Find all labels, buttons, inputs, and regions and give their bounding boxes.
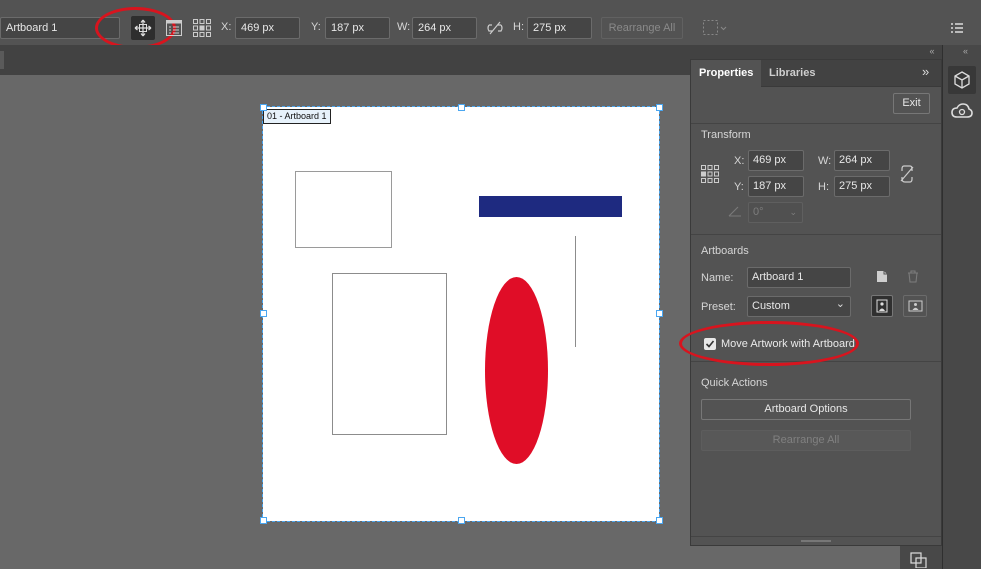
blue-rectangle[interactable] <box>479 196 622 217</box>
panel-resize-grip[interactable] <box>801 540 831 542</box>
transform-w-label: W: <box>818 155 832 167</box>
artboard-label[interactable]: 01 - Artboard 1 <box>263 109 331 124</box>
resize-handle-bottom[interactable] <box>458 517 465 524</box>
rearrange-all-button-disabled[interactable]: Rearrange All <box>701 430 911 451</box>
secondary-dock <box>900 545 942 569</box>
panel-tab-bar: Properties Libraries » <box>691 60 941 87</box>
h-field[interactable]: 275 px <box>527 17 592 39</box>
new-artboard-icon[interactable] <box>876 270 888 283</box>
preset-label: Preset: <box>701 301 736 313</box>
resize-handle-left[interactable] <box>260 310 267 317</box>
vertical-line[interactable] <box>575 236 576 347</box>
collapse-dock-icon[interactable]: « <box>963 46 968 56</box>
artboard-options-icon[interactable] <box>164 18 184 38</box>
resize-handle-top-right[interactable] <box>656 104 663 111</box>
h-label: H: <box>513 21 524 33</box>
landscape-orientation-button[interactable] <box>903 295 927 317</box>
transform-x-label: X: <box>734 155 745 167</box>
artboard-name-label: Name: <box>701 272 734 284</box>
transform-x-field[interactable]: 469 px <box>748 150 804 171</box>
preset-select[interactable]: Custom ⌄ <box>747 296 851 317</box>
reference-point-icon[interactable] <box>700 164 722 186</box>
right-icon-dock: « <box>942 45 981 569</box>
highlight-annotation-move-artwork <box>679 321 859 366</box>
divider <box>691 234 941 235</box>
tab-libraries[interactable]: Libraries <box>761 60 823 87</box>
artboards-section-title: Artboards <box>701 245 749 257</box>
red-ellipse[interactable] <box>485 277 548 464</box>
divider <box>691 123 941 124</box>
constrain-proportions-icon[interactable] <box>899 164 915 184</box>
panel-expand-icon[interactable]: » <box>922 64 929 79</box>
x-field[interactable]: 469 px <box>235 17 300 39</box>
transform-h-label: H: <box>818 181 829 193</box>
transform-y-field[interactable]: 187 px <box>748 176 804 197</box>
chevron-down-icon: ⌄ <box>789 207 797 217</box>
transform-y-label: Y: <box>734 181 744 193</box>
creative-cloud-libraries-icon[interactable] <box>949 99 975 123</box>
artboard-options-button[interactable]: Artboard Options <box>701 399 911 420</box>
resize-handle-top[interactable] <box>458 104 465 111</box>
rotate-angle-icon <box>728 205 742 217</box>
rectangle-small[interactable] <box>295 171 392 248</box>
transform-h-field[interactable]: 275 px <box>834 176 890 197</box>
tab-edge <box>0 51 4 69</box>
collapse-panel-icon[interactable]: « <box>923 45 941 59</box>
transform-w-field[interactable]: 264 px <box>834 150 890 171</box>
resize-handle-bottom-left[interactable] <box>260 517 267 524</box>
reference-point-icon[interactable] <box>191 17 213 39</box>
quick-actions-section-title: Quick Actions <box>701 377 768 389</box>
delete-artboard-icon[interactable] <box>907 270 919 283</box>
rotate-angle-field[interactable]: 0° ⌄ <box>748 202 803 223</box>
rectangle-tall[interactable] <box>332 273 447 435</box>
tab-properties[interactable]: Properties <box>691 60 762 87</box>
artboards-panel-icon[interactable] <box>909 550 929 569</box>
panel-menu-icon[interactable] <box>947 19 967 37</box>
properties-panel-icon[interactable] <box>948 66 976 94</box>
artboard[interactable]: 01 - Artboard 1 <box>262 106 660 522</box>
w-field[interactable]: 264 px <box>412 17 477 39</box>
rotate-angle-value: 0° <box>753 206 764 218</box>
y-field[interactable]: 187 px <box>325 17 390 39</box>
properties-panel: Properties Libraries » Exit Transform X:… <box>690 59 942 546</box>
x-label: X: <box>221 21 232 33</box>
rearrange-all-button[interactable]: Rearrange All <box>601 17 683 39</box>
resize-handle-right[interactable] <box>656 310 663 317</box>
chevron-down-icon: ⌄ <box>835 298 845 310</box>
w-label: W: <box>397 21 411 33</box>
artboard-name-field[interactable]: Artboard 1 <box>747 267 851 288</box>
panel-footer <box>691 536 941 546</box>
resize-handle-bottom-right[interactable] <box>656 517 663 524</box>
preset-value: Custom <box>752 300 790 312</box>
exit-button[interactable]: Exit <box>893 93 930 114</box>
portrait-orientation-button[interactable] <box>871 295 893 317</box>
resize-handle-top-left[interactable] <box>260 104 267 111</box>
constrain-proportions-icon[interactable] <box>486 18 504 38</box>
align-artboard-icon[interactable] <box>702 18 728 38</box>
transform-section-title: Transform <box>701 129 751 141</box>
y-label: Y: <box>311 21 321 33</box>
